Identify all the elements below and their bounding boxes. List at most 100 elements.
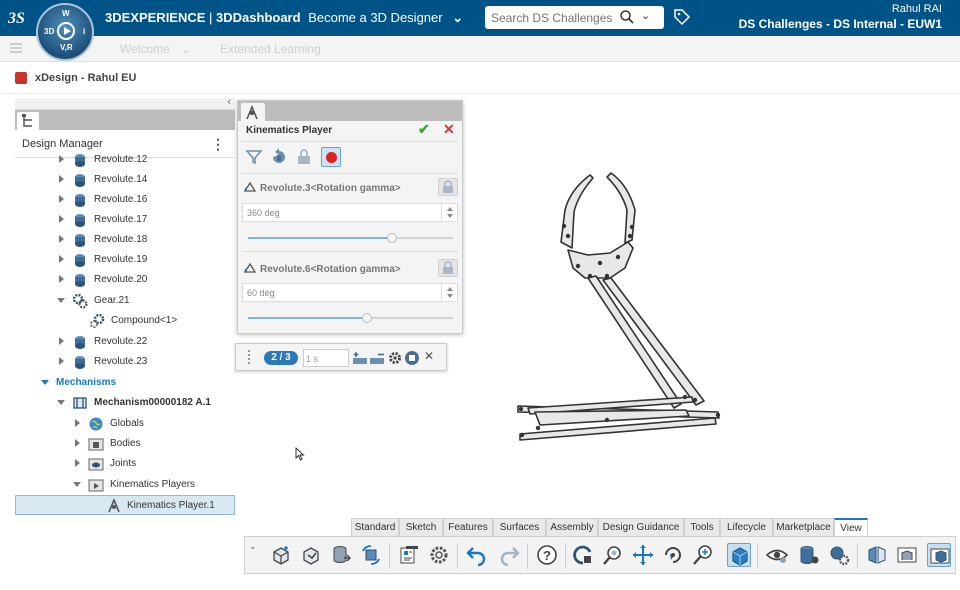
more-tools-chevron-icon[interactable]: ⌄ <box>249 541 257 552</box>
drag-grip-icon[interactable] <box>248 350 250 364</box>
tab-assembly[interactable]: Assembly <box>546 518 598 536</box>
user-name[interactable]: Rahul RAI <box>892 3 942 15</box>
pan-button[interactable] <box>631 543 655 567</box>
expand-icon[interactable] <box>75 419 80 427</box>
param-2-lock-button[interactable] <box>438 259 458 277</box>
search-box[interactable]: ⌄ <box>485 6 664 29</box>
expand-icon[interactable] <box>75 439 80 447</box>
lock-all-button[interactable] <box>294 147 314 167</box>
expand-icon[interactable] <box>59 215 64 223</box>
app-title[interactable]: 3DEXPERIENCE | 3DDashboard Become a 3D D… <box>105 10 463 26</box>
increment-icon[interactable] <box>447 287 453 291</box>
remove-step-icon[interactable] <box>369 350 385 366</box>
duration-field[interactable] <box>303 349 349 367</box>
tab-extended-learning[interactable]: Extended Learning <box>220 42 321 56</box>
tab-features[interactable]: Features <box>443 518 493 536</box>
tree-item-revolute-20[interactable]: Revolute.20 <box>15 270 235 290</box>
replace-button[interactable] <box>359 543 383 567</box>
tree-item-revolute-17[interactable]: Revolute.17 <box>15 210 235 230</box>
tree-item-revolute-19[interactable]: Revolute.19 <box>15 250 235 270</box>
reverse-button[interactable] <box>269 147 289 167</box>
param-2-value-input[interactable] <box>247 286 427 300</box>
appearance-button[interactable] <box>797 543 821 567</box>
kinematics-player-tab[interactable] <box>241 103 265 121</box>
expand-icon[interactable] <box>59 337 64 345</box>
param-1-slider[interactable] <box>248 233 453 243</box>
close-icon[interactable]: ✕ <box>424 349 434 363</box>
tab-view[interactable]: View <box>834 518 868 536</box>
search-scope-chevron-icon[interactable]: ⌄ <box>641 9 650 22</box>
database-button[interactable] <box>329 543 353 567</box>
tag-icon[interactable] <box>673 8 691 26</box>
fit-all-button[interactable] <box>571 543 595 567</box>
tree-item-compound[interactable]: Compound<1> <box>15 311 235 331</box>
expand-icon[interactable] <box>59 357 64 365</box>
cancel-x-icon[interactable]: ✕ <box>443 121 455 138</box>
collapse-icon[interactable] <box>57 298 65 303</box>
record-button[interactable] <box>321 147 341 167</box>
collapse-icon[interactable] <box>41 380 49 385</box>
tenant-name[interactable]: DS Challenges - DS Internal - EUW1 <box>739 17 942 31</box>
collapse-icon[interactable] <box>73 482 81 487</box>
tree-item-revolute-22[interactable]: Revolute.22 <box>15 332 235 352</box>
param-1-stepper[interactable] <box>441 204 457 221</box>
display-mode-button[interactable] <box>895 543 919 567</box>
expand-icon[interactable] <box>59 255 64 263</box>
stop-icon[interactable] <box>404 350 420 366</box>
redo-button[interactable] <box>497 543 521 567</box>
search-icon[interactable] <box>619 9 635 25</box>
slider-thumb[interactable] <box>386 233 397 243</box>
param-2-slider[interactable] <box>248 313 453 323</box>
tab-tools[interactable]: Tools <box>684 518 720 536</box>
tree-item-joints[interactable]: Joints <box>15 454 235 474</box>
new-part-button[interactable] <box>269 543 293 567</box>
tree-item-mechanism[interactable]: Mechanism00000182 A.1 <box>15 393 235 413</box>
tree-item-revolute-18[interactable]: Revolute.18 <box>15 230 235 250</box>
increment-icon[interactable] <box>447 207 453 211</box>
undo-button[interactable] <box>465 543 489 567</box>
expand-icon[interactable] <box>59 155 64 163</box>
rotate-button[interactable] <box>661 543 685 567</box>
slider-thumb[interactable] <box>361 313 372 323</box>
insert-step-icon[interactable] <box>352 350 368 366</box>
tree-item-revolute-12[interactable]: Revolute.12 <box>15 150 235 170</box>
filter-button[interactable] <box>244 147 264 167</box>
tree-item-revolute-16[interactable]: Revolute.16 <box>15 190 235 210</box>
tree-item-kinematics-players[interactable]: Kinematics Players <box>15 475 235 495</box>
expand-icon[interactable] <box>59 195 64 203</box>
param-2-stepper[interactable] <box>441 284 457 301</box>
tree-item-bodies[interactable]: Bodies <box>15 434 235 454</box>
tree-item-revolute-14[interactable]: Revolute.14 <box>15 170 235 190</box>
options-button[interactable] <box>427 543 451 567</box>
expand-icon[interactable] <box>59 275 64 283</box>
param-1-lock-button[interactable] <box>438 178 458 196</box>
tree-item-revolute-23[interactable]: Revolute.23 <box>15 352 235 372</box>
tree-item-kinematics-player-1[interactable]: Kinematics Player.1 <box>15 495 235 515</box>
collapse-icon[interactable] <box>57 400 65 405</box>
hamburger-menu-icon[interactable] <box>10 43 22 53</box>
tab-design-guidance[interactable]: Design Guidance <box>598 518 684 536</box>
tab-marketplace[interactable]: Marketplace <box>773 518 834 536</box>
3d-viewport[interactable] <box>460 150 760 450</box>
zoom-area-button[interactable] <box>601 543 625 567</box>
panel-collapse-bar[interactable]: ‹ <box>15 96 235 110</box>
insert-part-button[interactable] <box>299 543 323 567</box>
compass-widget[interactable]: W 3D i V,R <box>36 3 94 61</box>
design-manager-tab[interactable] <box>17 112 39 130</box>
tab-standard[interactable]: Standard <box>351 518 399 536</box>
properties-button[interactable] <box>397 543 421 567</box>
param-2-value-field[interactable] <box>242 283 458 302</box>
duration-input[interactable] <box>306 352 346 365</box>
render-button[interactable] <box>827 543 851 567</box>
dashboard-chevron-down-icon[interactable]: ⌄ <box>452 10 463 26</box>
tab-welcome-chevron-icon[interactable]: ⌄ <box>181 42 191 56</box>
tab-surfaces[interactable]: Surfaces <box>493 518 546 536</box>
tab-lifecycle[interactable]: Lifecycle <box>720 518 773 536</box>
tab-sketch[interactable]: Sketch <box>399 518 443 536</box>
tab-welcome[interactable]: Welcome ⌄ <box>120 42 191 56</box>
ok-check-icon[interactable]: ✔ <box>418 121 430 138</box>
tree-section-mechanisms[interactable]: Mechanisms <box>15 373 235 393</box>
hide-show-button[interactable] <box>765 543 789 567</box>
view-orientation-button[interactable] <box>727 543 751 567</box>
search-input[interactable] <box>491 9 616 26</box>
